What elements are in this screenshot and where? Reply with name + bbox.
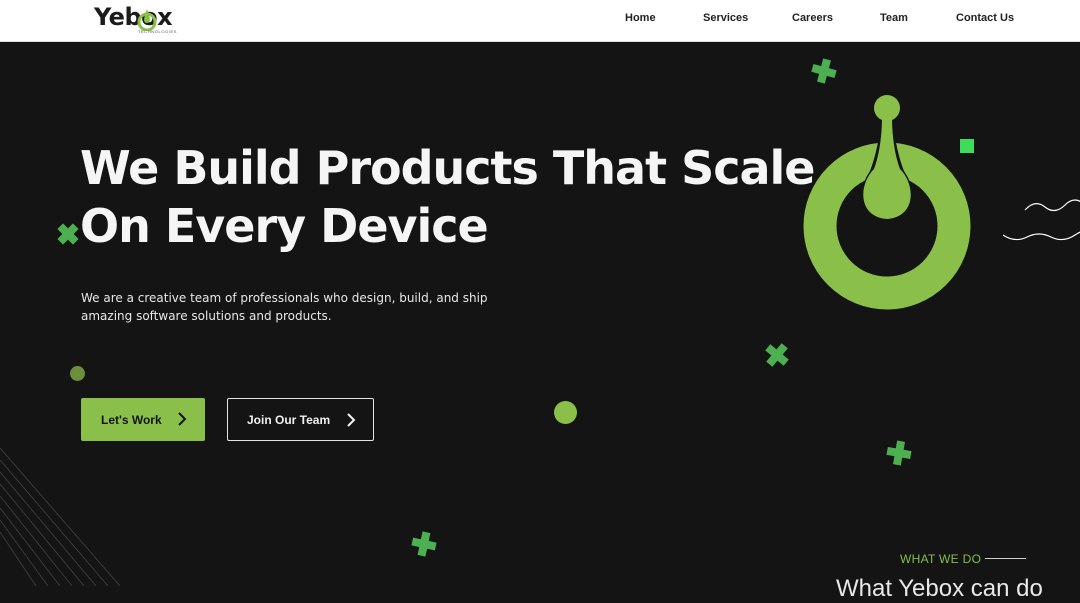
section-tag-divider [985, 558, 1026, 559]
lets-work-label: Let's Work [101, 412, 162, 427]
nav-link-contact-us[interactable]: Contact Us [956, 12, 1014, 24]
join-our-team-button[interactable]: Join Our Team [227, 398, 374, 441]
lets-work-button[interactable]: Let's Work [81, 398, 205, 441]
logo-drop-icon [137, 9, 157, 31]
nav-link-careers[interactable]: Careers [792, 12, 833, 24]
nav-link-services[interactable]: Services [703, 12, 748, 24]
hero-headline: We Build Products That Scale On Every De… [80, 139, 816, 255]
hero-subtext: We are a creative team of professionals … [81, 291, 488, 323]
plus-decoration-2 [57, 223, 79, 245]
hero-headline-line2: On Every Device [80, 199, 489, 253]
dot-decoration-1 [70, 366, 85, 381]
section-tag-what-we-do: WHAT WE DO [900, 552, 982, 566]
logo-wordmark: Yebox [94, 3, 173, 31]
wave-lines-decoration [1003, 199, 1080, 241]
chevron-right-icon [347, 413, 356, 427]
plus-decoration-5 [411, 531, 437, 557]
dot-decoration-2 [554, 401, 577, 424]
yebox-logo[interactable]: Yebox TECHNOLOGIES [94, 3, 178, 35]
nav-link-home[interactable]: Home [625, 12, 656, 24]
yebox-drop-emblem [803, 95, 971, 310]
nav-link-team[interactable]: Team [880, 12, 908, 24]
logo-tagline: TECHNOLOGIES [138, 29, 177, 34]
join-our-team-label: Join Our Team [247, 412, 331, 427]
top-navbar: Yebox TECHNOLOGIES Home Services Careers… [0, 0, 1080, 42]
hero-section: We Build Products That Scale On Every De… [0, 43, 1080, 602]
section-title-partial: What Yebox can do [836, 575, 1043, 602]
hero-headline-line1: We Build Products That Scale [80, 141, 816, 195]
plus-decoration-3 [765, 343, 789, 367]
plus-decoration-1 [811, 58, 837, 84]
plus-decoration-4 [886, 440, 912, 466]
chevron-right-icon [178, 412, 187, 426]
diagonal-lines-decoration [0, 447, 121, 586]
